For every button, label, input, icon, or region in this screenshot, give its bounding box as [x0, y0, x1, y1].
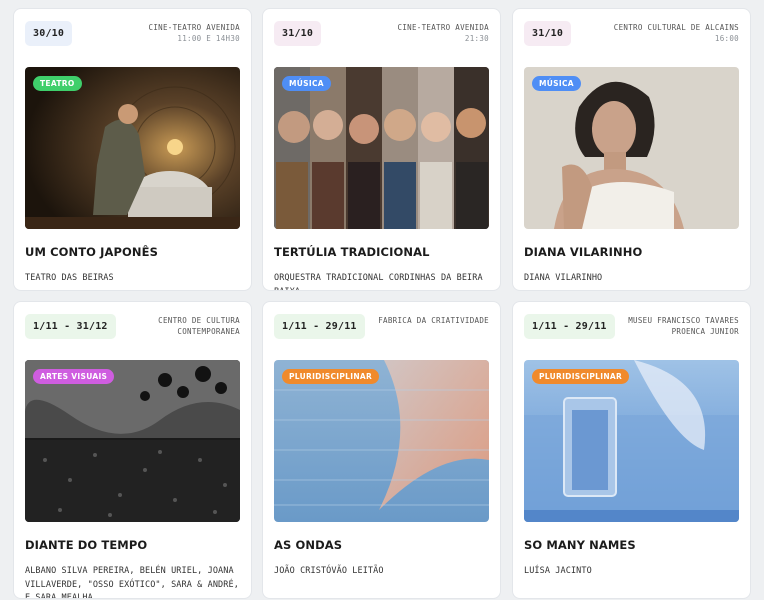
- event-meta: CENTRO CULTURAL DE ALCAINS 16:00: [614, 21, 739, 44]
- event-time: 16:00: [714, 34, 739, 43]
- card-header: 1/11 - 31/12 CENTRO DE CULTURA CONTEMPOR…: [25, 314, 240, 347]
- ocean-waves-image: [274, 360, 489, 522]
- event-artist: LUÍSA JACINTO: [524, 566, 592, 576]
- card-header: 1/11 - 29/11 MUSEU FRANCISCO TAVARES PRO…: [524, 314, 739, 347]
- event-meta: CENTRO DE CULTURA CONTEMPORANEA: [144, 314, 240, 337]
- event-image[interactable]: PLURIDISCIPLINAR: [274, 360, 489, 522]
- category-badge: ARTES VISUAIS: [33, 369, 115, 384]
- event-image[interactable]: TEATRO: [25, 67, 240, 229]
- singer-portrait-image: [524, 67, 739, 229]
- category-badge: MÚSICA: [532, 76, 581, 91]
- event-date: 1/11 - 29/11: [274, 314, 365, 339]
- event-venue: MUSEU FRANCISCO TAVARES PROENCA JUNIOR: [628, 316, 739, 336]
- event-date: 1/11 - 31/12: [25, 314, 116, 339]
- event-time: 11:00 E 14H30: [177, 34, 240, 43]
- event-artist: ALBANO SILVA PEREIRA, BELÉN URIEL, JOANA…: [25, 566, 239, 598]
- event-card[interactable]: 1/11 - 29/11 MUSEU FRANCISCO TAVARES PRO…: [513, 302, 750, 598]
- event-card[interactable]: 30/10 CINE-TEATRO AVENIDA 11:00 E 14H30: [14, 9, 251, 290]
- event-meta: CINE-TEATRO AVENIDA 11:00 E 14H30: [149, 21, 241, 44]
- event-title[interactable]: TERTÚLIA TRADICIONAL: [274, 245, 489, 259]
- category-badge: TEATRO: [33, 76, 82, 91]
- event-venue: CINE-TEATRO AVENIDA: [148, 23, 240, 32]
- event-image[interactable]: MÚSICA: [524, 67, 739, 229]
- event-card[interactable]: 1/11 - 31/12 CENTRO DE CULTURA CONTEMPOR…: [14, 302, 251, 598]
- event-date: 31/10: [274, 21, 322, 46]
- event-artist: JOÃO CRISTÓVÃO LEITÃO: [274, 566, 384, 576]
- event-date: 31/10: [524, 21, 572, 46]
- event-meta: FABRICA DA CRIATIVIDADE: [378, 314, 489, 326]
- events-grid: 30/10 CINE-TEATRO AVENIDA 11:00 E 14H30: [0, 0, 764, 600]
- event-date: 1/11 - 29/11: [524, 314, 615, 339]
- category-badge: MÚSICA: [282, 76, 331, 91]
- card-header: 1/11 - 29/11 FABRICA DA CRIATIVIDADE: [274, 314, 489, 347]
- event-artist: DIANA VILARINHO: [524, 273, 603, 283]
- event-venue: CENTRO DE CULTURA CONTEMPORANEA: [158, 316, 240, 336]
- event-card[interactable]: 1/11 - 29/11 FABRICA DA CRIATIVIDADE PLU…: [263, 302, 500, 598]
- event-title[interactable]: DIANA VILARINHO: [524, 245, 739, 259]
- event-title[interactable]: DIANTE DO TEMPO: [25, 538, 240, 552]
- category-badge: PLURIDISCIPLINAR: [532, 369, 630, 384]
- event-title[interactable]: UM CONTO JAPONÊS: [25, 245, 240, 259]
- event-image[interactable]: MÚSICA: [274, 67, 489, 229]
- category-badge: PLURIDISCIPLINAR: [282, 369, 380, 384]
- card-header: 30/10 CINE-TEATRO AVENIDA 11:00 E 14H30: [25, 21, 240, 54]
- event-card[interactable]: 31/10 CINE-TEATRO AVENIDA 21:30 MÚSICA T…: [263, 9, 500, 290]
- event-venue: CENTRO CULTURAL DE ALCAINS: [613, 23, 739, 32]
- musicians-collage-image: [274, 67, 489, 229]
- event-meta: MUSEU FRANCISCO TAVARES PROENCA JUNIOR: [617, 314, 739, 337]
- event-date: 30/10: [25, 21, 73, 46]
- card-header: 31/10 CINE-TEATRO AVENIDA 21:30: [274, 21, 489, 54]
- event-title[interactable]: SO MANY NAMES: [524, 538, 739, 552]
- event-title[interactable]: AS ONDAS: [274, 538, 489, 552]
- event-image[interactable]: ARTES VISUAIS: [25, 360, 240, 522]
- event-image[interactable]: PLURIDISCIPLINAR: [524, 360, 739, 522]
- event-card[interactable]: 31/10 CENTRO CULTURAL DE ALCAINS 16:00 M…: [513, 9, 750, 290]
- event-venue: CINE-TEATRO AVENIDA: [397, 23, 489, 32]
- theatre-scene-image: [25, 67, 240, 229]
- event-artist: ORQUESTRA TRADICIONAL CORDINHAS DA BEIRA…: [274, 273, 483, 290]
- event-meta: CINE-TEATRO AVENIDA 21:30: [398, 21, 490, 44]
- monochrome-foliage-image: [25, 360, 240, 522]
- blue-doorway-image: [524, 360, 739, 522]
- card-header: 31/10 CENTRO CULTURAL DE ALCAINS 16:00: [524, 21, 739, 54]
- event-venue: FABRICA DA CRIATIVIDADE: [378, 316, 489, 325]
- event-artist: TEATRO DAS BEIRAS: [25, 273, 114, 283]
- event-time: 21:30: [464, 34, 489, 43]
